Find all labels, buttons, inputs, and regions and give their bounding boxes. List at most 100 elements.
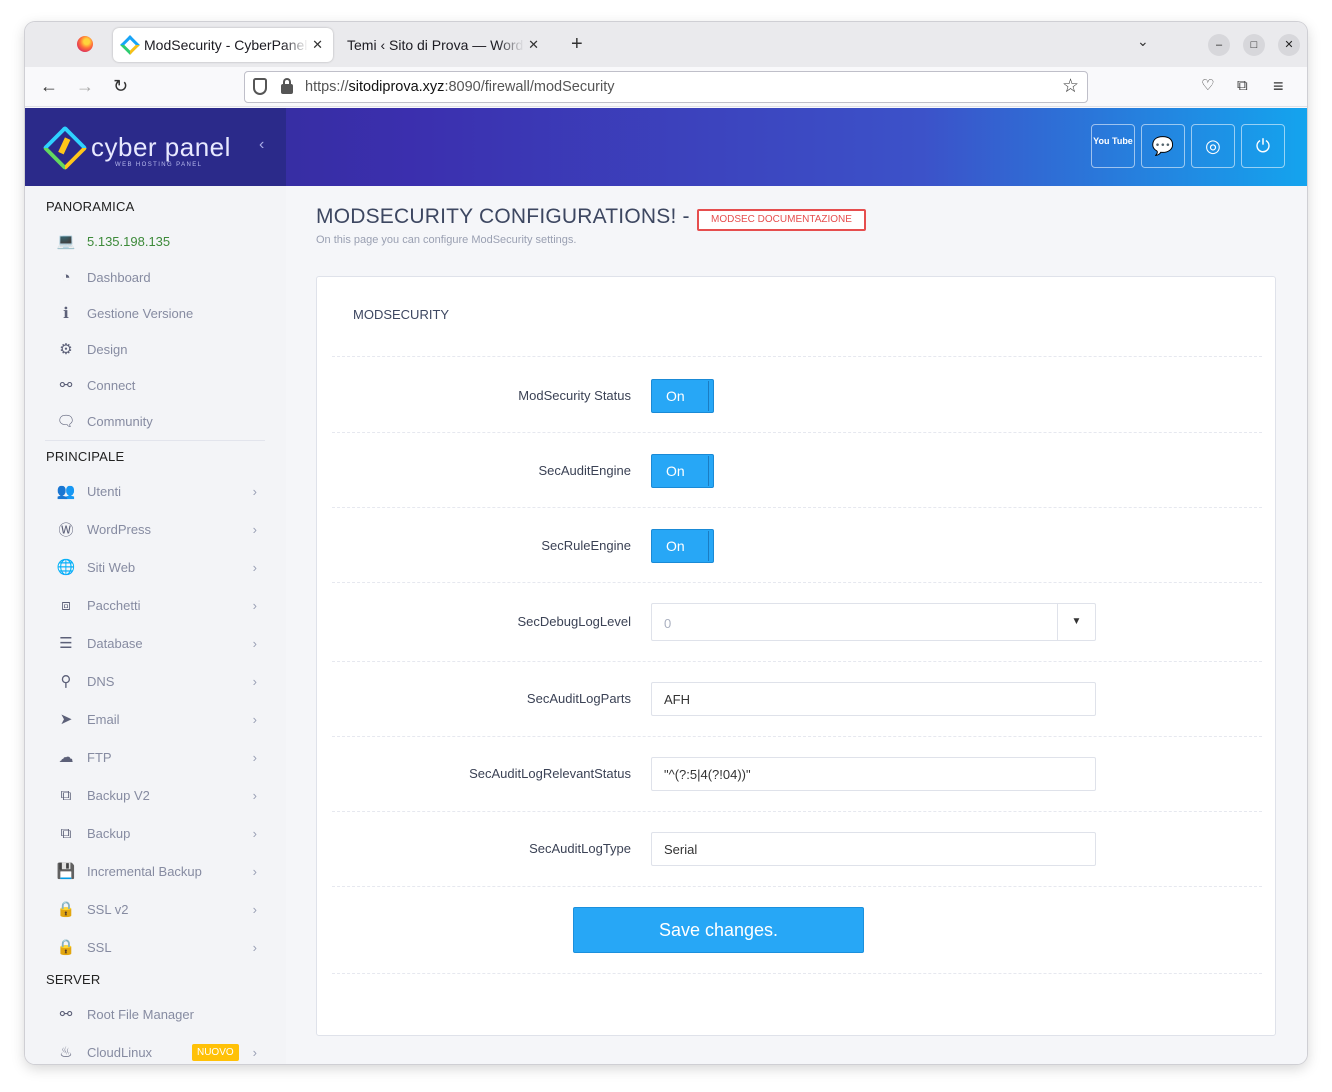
sidebar-item-ip[interactable]: 💻 5.135.198.135 <box>45 223 265 259</box>
section-title-server: SERVER <box>46 972 101 987</box>
sidebar-item-design[interactable]: ⚙ Design <box>45 331 265 367</box>
link-icon: ⚯ <box>59 377 73 394</box>
reload-icon[interactable]: ↻ <box>113 75 128 97</box>
sidebar-item-utenti[interactable]: 👥 Utenti › <box>45 473 265 509</box>
menu-hamburger-icon[interactable]: ≡ <box>1273 75 1284 97</box>
tab-list-chevron-icon[interactable]: ⌄ <box>1137 33 1149 50</box>
sidebar-item-incremental-backup[interactable]: 💾 Incremental Backup › <box>45 853 265 889</box>
secdebugloglevel-select[interactable]: 0 ▼ <box>651 603 1096 641</box>
sidebar-item-backup-v2[interactable]: ⧉ Backup V2 › <box>45 777 265 813</box>
cubes-icon: ⧈ <box>61 596 71 614</box>
field-label: SecAuditLogType <box>529 841 631 856</box>
tab-modsecurity[interactable]: ModSecurity - CyberPanel ✕ <box>113 28 333 62</box>
sidebar-item-cloudlinux[interactable]: ♨ CloudLinux NUOVO › <box>45 1034 265 1064</box>
sidebar-item-dns[interactable]: ⚲ DNS › <box>45 663 265 699</box>
sidebar-item-siti-web[interactable]: 🌐 Siti Web › <box>45 549 265 585</box>
window-close-icon[interactable]: ✕ <box>1278 34 1300 56</box>
secauditengine-toggle[interactable]: On <box>651 454 714 488</box>
sidebar-item-backup[interactable]: ⧉ Backup › <box>45 815 265 851</box>
new-tab-icon[interactable]: + <box>571 32 583 56</box>
shield-icon[interactable] <box>253 78 267 95</box>
maximize-icon[interactable]: □ <box>1243 34 1265 56</box>
save-changes-button[interactable]: Save changes. <box>573 907 864 953</box>
copy-icon: ⧉ <box>60 824 72 842</box>
sidebar-item-database[interactable]: ☰ Database › <box>45 625 265 661</box>
sidebar-item-gestione-versione[interactable]: ℹ Gestione Versione <box>45 295 265 331</box>
sidebar-item-ssl-v2[interactable]: 🔒 SSL v2 › <box>45 891 265 927</box>
sidebar-item-dashboard[interactable]: ◔ Dashboard <box>45 259 265 295</box>
logout-button[interactable]: ⏻ <box>1241 124 1285 168</box>
field-label: SecDebugLogLevel <box>517 614 631 629</box>
sidebar-item-ssl[interactable]: 🔒 SSL › <box>45 929 265 965</box>
chevron-right-icon: › <box>252 825 257 841</box>
sidebar-item-label: Pacchetti <box>87 597 141 613</box>
cyberpanel-logo-icon[interactable] <box>42 125 88 171</box>
page-subtitle: On this page you can configure ModSecuri… <box>316 234 577 246</box>
sitemap-icon: ⚲ <box>60 673 72 690</box>
chevron-right-icon: › <box>252 635 257 651</box>
sidebar-item-community[interactable]: 🗨 Community <box>45 403 265 439</box>
field-label: SecRuleEngine <box>541 538 631 553</box>
section-title-principale: PRINCIPALE <box>46 449 125 464</box>
sidebar-item-label: Backup <box>87 825 131 841</box>
link-icon: ⚯ <box>59 1006 73 1023</box>
sidebar-item-email[interactable]: ➤ Email › <box>45 701 265 737</box>
secruleengine-toggle[interactable]: On <box>651 529 714 563</box>
new-badge: NUOVO <box>191 1043 239 1061</box>
url-text[interactable]: https://sitodiprova.xyz:8090/firewall/mo… <box>305 79 615 95</box>
forward-arrow-icon[interactable]: → <box>76 75 94 97</box>
globe-icon: 🌐 <box>56 559 76 576</box>
lock-icon[interactable] <box>281 78 293 94</box>
sidebar-item-connect[interactable]: ⚯ Connect <box>45 367 265 403</box>
brand-name[interactable]: cyber panel <box>91 132 231 163</box>
tab-close-icon[interactable]: ✕ <box>312 37 323 53</box>
secauditlogtype-input[interactable] <box>651 832 1096 866</box>
modsecurity-status-toggle[interactable]: On <box>651 379 714 413</box>
sidebar-item-root-file-manager[interactable]: ⚯ Root File Manager <box>45 996 265 1032</box>
tab-strip: ModSecurity - CyberPanel ✕ Temi ‹ Sito d… <box>25 22 1307 67</box>
cloud-upload-icon: ☁ <box>58 749 74 766</box>
caret-down-icon[interactable]: ▼ <box>1057 604 1095 640</box>
tab-close-icon[interactable]: ✕ <box>528 37 539 53</box>
sidebar-item-ftp[interactable]: ☁ FTP › <box>45 739 265 775</box>
divider <box>332 661 1262 662</box>
sidebar-item-label: SSL v2 <box>87 901 129 917</box>
chevron-right-icon: › <box>252 597 257 613</box>
lock-icon: 🔒 <box>56 901 76 918</box>
firefox-icon[interactable] <box>77 36 93 52</box>
pocket-icon[interactable]: ♡ <box>1201 75 1214 97</box>
sidebar-item-pacchetti[interactable]: ⧈ Pacchetti › <box>45 587 265 623</box>
cyberpanel-favicon-icon <box>120 35 140 55</box>
panel-title: MODSECURITY <box>353 307 450 322</box>
minimize-icon[interactable]: – <box>1208 34 1230 56</box>
sidebar-item-wordpress[interactable]: Ⓦ WordPress › <box>45 511 265 547</box>
extensions-icon[interactable]: ⧉ <box>1237 75 1248 97</box>
page-title: MODSECURITY CONFIGURATIONS! - <box>316 205 690 228</box>
modsec-documentation-link[interactable]: MODSEC DOCUMENTAZIONE <box>697 209 866 231</box>
sidebar-item-label: Community <box>87 413 153 429</box>
youtube-button[interactable]: You Tube <box>1091 124 1135 168</box>
bookmark-star-icon[interactable]: ☆ <box>1062 75 1079 98</box>
address-bar[interactable]: https://sitodiprova.xyz:8090/firewall/mo… <box>244 71 1088 103</box>
lock-icon: 🔒 <box>56 939 76 956</box>
sidebar-item-label: Connect <box>87 377 136 393</box>
back-arrow-icon[interactable]: ← <box>40 75 58 97</box>
modsecurity-panel: MODSECURITY ModSecurity Status On SecAud… <box>316 276 1276 1036</box>
main-content: MODSECURITY CONFIGURATIONS! - MODSEC DOC… <box>286 186 1307 1064</box>
sidebar-item-label: Dashboard <box>87 269 151 285</box>
cyberpanel-page: cyber panel WEB HOSTING PANEL ‹ You Tube… <box>25 108 1307 1064</box>
tab-temi[interactable]: Temi ‹ Sito di Prova — WordPress ✕ <box>337 28 549 62</box>
chevron-right-icon: › <box>252 939 257 955</box>
chat-button[interactable]: 💬 <box>1141 124 1185 168</box>
chevron-right-icon: › <box>252 673 257 689</box>
support-button[interactable]: ◎ <box>1191 124 1235 168</box>
chevron-right-icon: › <box>252 711 257 727</box>
secauditlogrelevantstatus-input[interactable] <box>651 757 1096 791</box>
sidebar-item-label: Root File Manager <box>87 1006 194 1022</box>
sidebar-item-label: CloudLinux <box>87 1044 153 1060</box>
secauditlogparts-input[interactable] <box>651 682 1096 716</box>
divider <box>332 973 1262 974</box>
info-icon: ℹ <box>63 305 69 322</box>
chevron-right-icon: › <box>252 559 257 575</box>
sidebar-collapse-chevron-icon[interactable]: ‹ <box>259 136 264 154</box>
